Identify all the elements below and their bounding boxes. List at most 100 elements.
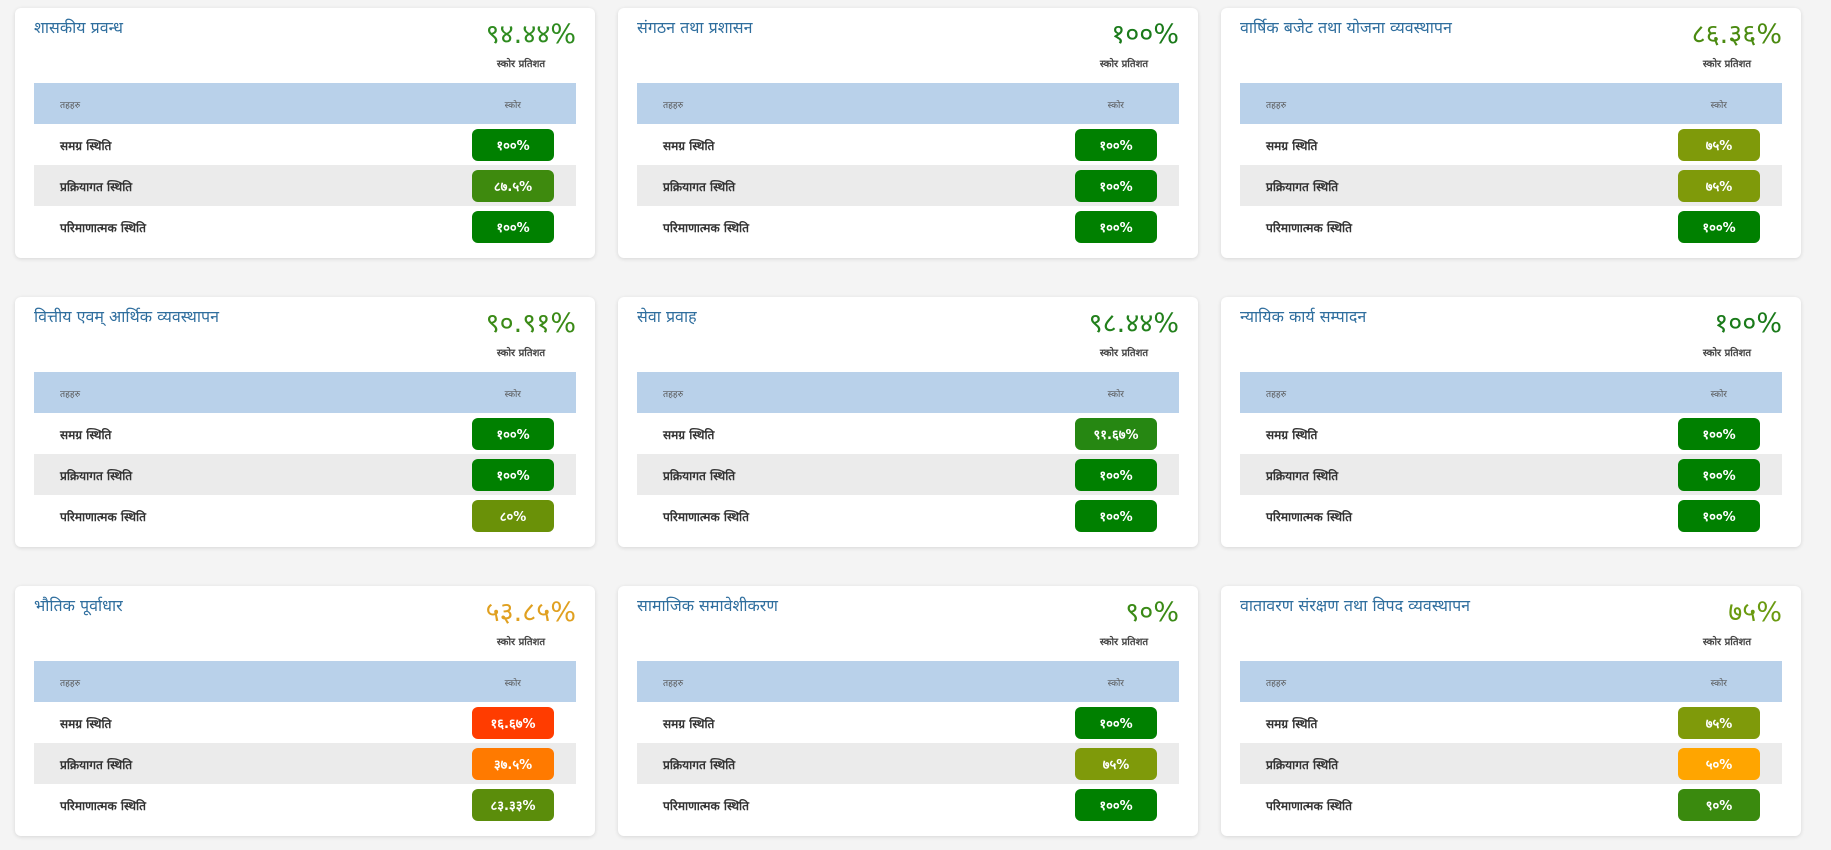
score-card: भौतिक पूर्वाधार ५३.८५% स्कोर प्रतिशत तहह…: [15, 586, 595, 836]
table-row: प्रक्रियागत स्थिति ७५%: [637, 743, 1179, 784]
score-badge: १००%: [472, 418, 554, 450]
score-badge: ९०%: [1678, 789, 1760, 821]
row-label: परिमाणात्मक स्थिति: [663, 221, 749, 235]
card-title: सामाजिक समावेशीकरण: [637, 596, 778, 615]
table-row: परिमाणात्मक स्थिति १००%: [637, 495, 1179, 536]
score-percent-label: स्कोर प्रतिशत: [496, 637, 546, 648]
score-table: तहहरु स्कोर समग्र स्थिति १००% प्रक्रियाग…: [637, 83, 1179, 247]
column-header-levels: तहहरु: [60, 101, 81, 111]
column-header-score: स्कोर: [1107, 101, 1124, 111]
score-table: तहहरु स्कोर समग्र स्थिति १६.६७% प्रक्रिय…: [34, 661, 576, 825]
row-label: समग्र स्थिति: [663, 717, 715, 731]
score-badge: ७५%: [1075, 748, 1157, 780]
row-label: समग्र स्थिति: [1266, 428, 1318, 442]
card-score-percent: ९०%: [1125, 597, 1179, 628]
table-row: प्रक्रियागत स्थिति १००%: [637, 165, 1179, 206]
score-badge: १००%: [472, 129, 554, 161]
column-header-levels: तहहरु: [1266, 101, 1287, 111]
row-label: प्रक्रियागत स्थिति: [60, 758, 133, 772]
table-row: प्रक्रियागत स्थिति ८७.५%: [34, 165, 576, 206]
score-card: सेवा प्रवाह ९८.४४% स्कोर प्रतिशत तहहरु स…: [618, 297, 1198, 547]
column-header-levels: तहहरु: [60, 679, 81, 689]
score-badge: १६.६७%: [472, 707, 554, 739]
score-badge: १००%: [1075, 707, 1157, 739]
card-score-percent: ९८.४४%: [1088, 308, 1179, 339]
score-badge: १००%: [1075, 170, 1157, 202]
column-header-score: स्कोर: [504, 390, 521, 400]
score-percent-label: स्कोर प्रतिशत: [1099, 637, 1149, 648]
column-header-levels: तहहरु: [1266, 679, 1287, 689]
row-label: समग्र स्थिति: [1266, 139, 1318, 153]
table-row: प्रक्रियागत स्थिति ३७.५%: [34, 743, 576, 784]
score-percent-label: स्कोर प्रतिशत: [1099, 59, 1149, 70]
column-header-levels: तहहरु: [663, 679, 684, 689]
row-label: परिमाणात्मक स्थिति: [663, 799, 749, 813]
table-row: समग्र स्थिति ७५%: [1240, 124, 1782, 165]
table-row: प्रक्रियागत स्थिति १००%: [637, 454, 1179, 495]
row-label: प्रक्रियागत स्थिति: [663, 469, 736, 483]
table-row: परिमाणात्मक स्थिति ९०%: [1240, 784, 1782, 825]
score-badge: ७५%: [1678, 707, 1760, 739]
table-header: तहहरु स्कोर: [1240, 661, 1782, 702]
card-title: भौतिक पूर्वाधार: [34, 596, 123, 615]
score-percent-label: स्कोर प्रतिशत: [1099, 348, 1149, 359]
row-label: प्रक्रियागत स्थिति: [60, 180, 133, 194]
row-label: परिमाणात्मक स्थिति: [60, 221, 146, 235]
score-badge: १००%: [1678, 418, 1760, 450]
row-label: परिमाणात्मक स्थिति: [663, 510, 749, 524]
card-title: वार्षिक बजेट तथा योजना व्यवस्थापन: [1240, 18, 1452, 37]
score-badge: १००%: [1075, 459, 1157, 491]
row-label: प्रक्रियागत स्थिति: [663, 180, 736, 194]
table-row: प्रक्रियागत स्थिति ७५%: [1240, 165, 1782, 206]
score-badge: १००%: [1075, 129, 1157, 161]
score-badge: ९१.६७%: [1075, 418, 1157, 450]
table-header: तहहरु स्कोर: [34, 83, 576, 124]
score-percent-label: स्कोर प्रतिशत: [1702, 637, 1752, 648]
row-label: समग्र स्थिति: [60, 428, 112, 442]
table-header: तहहरु स्कोर: [34, 661, 576, 702]
card-score-percent: ९४.४४%: [485, 19, 576, 50]
card-title: वित्तीय एवम् आर्थिक व्यवस्थापन: [34, 307, 219, 326]
row-label: समग्र स्थिति: [60, 139, 112, 153]
score-badge: ८३.३३%: [472, 789, 554, 821]
score-table: तहहरु स्कोर समग्र स्थिति ९१.६७% प्रक्रिय…: [637, 372, 1179, 536]
column-header-levels: तहहरु: [663, 101, 684, 111]
card-score-percent: १००%: [1111, 19, 1179, 50]
column-header-score: स्कोर: [1710, 679, 1727, 689]
table-row: परिमाणात्मक स्थिति १००%: [1240, 206, 1782, 247]
column-header-score: स्कोर: [1107, 679, 1124, 689]
table-header: तहहरु स्कोर: [1240, 372, 1782, 413]
card-title: शासकीय प्रवन्ध: [34, 18, 123, 37]
row-label: समग्र स्थिति: [663, 139, 715, 153]
table-row: समग्र स्थिति ९१.६७%: [637, 413, 1179, 454]
score-card: वार्षिक बजेट तथा योजना व्यवस्थापन ८६.३६%…: [1221, 8, 1801, 258]
table-row: प्रक्रियागत स्थिति १००%: [34, 454, 576, 495]
score-percent-label: स्कोर प्रतिशत: [496, 348, 546, 359]
row-label: प्रक्रियागत स्थिति: [60, 469, 133, 483]
row-label: समग्र स्थिति: [60, 717, 112, 731]
table-row: समग्र स्थिति १००%: [34, 413, 576, 454]
table-row: समग्र स्थिति १६.६७%: [34, 702, 576, 743]
column-header-score: स्कोर: [504, 679, 521, 689]
table-row: समग्र स्थिति १००%: [637, 702, 1179, 743]
score-badge: १००%: [1678, 211, 1760, 243]
table-header: तहहरु स्कोर: [637, 661, 1179, 702]
score-card: शासकीय प्रवन्ध ९४.४४% स्कोर प्रतिशत तहहर…: [15, 8, 595, 258]
table-row: समग्र स्थिति १००%: [1240, 413, 1782, 454]
score-badge: ८०%: [472, 500, 554, 532]
score-table: तहहरु स्कोर समग्र स्थिति १००% प्रक्रियाग…: [34, 372, 576, 536]
row-label: परिमाणात्मक स्थिति: [1266, 510, 1352, 524]
score-badge: ८७.५%: [472, 170, 554, 202]
column-header-levels: तहहरु: [1266, 390, 1287, 400]
score-badge: ३७.५%: [472, 748, 554, 780]
table-row: परिमाणात्मक स्थिति १००%: [637, 784, 1179, 825]
column-header-score: स्कोर: [1710, 390, 1727, 400]
card-title: सेवा प्रवाह: [637, 307, 697, 326]
score-table: तहहरु स्कोर समग्र स्थिति ७५% प्रक्रियागत…: [1240, 83, 1782, 247]
score-percent-label: स्कोर प्रतिशत: [1702, 59, 1752, 70]
card-title: न्यायिक कार्य सम्पादन: [1240, 307, 1367, 326]
score-badge: ५०%: [1678, 748, 1760, 780]
score-badge: १००%: [1678, 459, 1760, 491]
table-header: तहहरु स्कोर: [637, 83, 1179, 124]
card-score-percent: ८६.३६%: [1691, 19, 1782, 50]
